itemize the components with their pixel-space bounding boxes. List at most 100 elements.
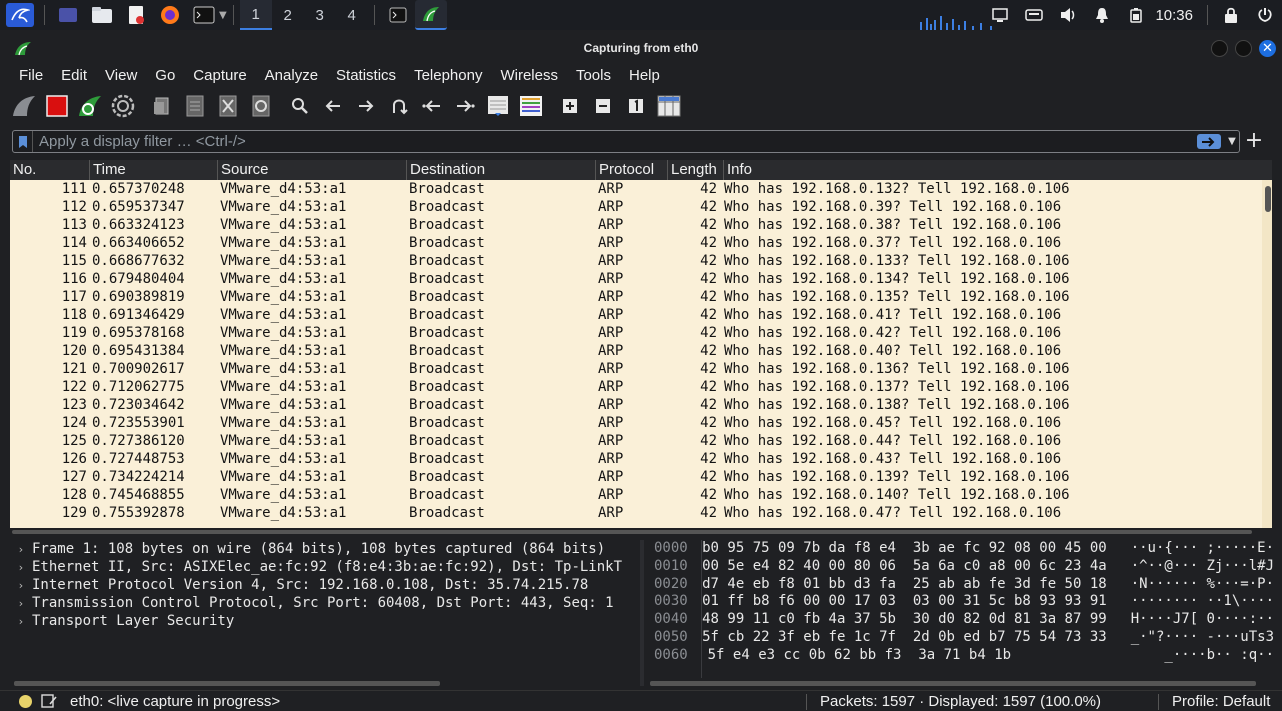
packet-row[interactable]: 129 0.755392878 VMware_d4:53:a1 Broadcast AR… [10, 504, 1262, 522]
go-back-icon[interactable] [319, 93, 347, 119]
open-file-icon[interactable] [148, 93, 176, 119]
packet-row[interactable]: 122 0.712062775 VMware_d4:53:a1 Broadcast AR… [10, 378, 1262, 396]
packet-row[interactable]: 114 0.663406652 VMware_d4:53:a1 Broadcast AR… [10, 234, 1262, 252]
capture-options-icon[interactable] [109, 93, 137, 119]
zoom-in-icon[interactable] [556, 93, 584, 119]
stop-capture-icon[interactable] [43, 93, 71, 119]
packet-row[interactable]: 124 0.723553901 VMware_d4:53:a1 Broadcast AR… [10, 414, 1262, 432]
capture-comment-icon[interactable] [41, 694, 57, 708]
firefox-icon[interactable] [157, 3, 183, 27]
bytes-row[interactable]: 0060 5f e4 e3 cc 0b 62 bb f3 3a 71 b4 1b _… [646, 647, 1274, 665]
workspace-1[interactable]: 1 [239, 0, 272, 30]
packet-list-hscroll-thumb[interactable] [12, 530, 1252, 534]
packet-row[interactable]: 120 0.695431384 VMware_d4:53:a1 Broadcast AR… [10, 342, 1262, 360]
bytes-row[interactable]: 0020 d7 4e eb f8 01 bb d3 fa 25 ab ab fe … [646, 576, 1274, 594]
expand-arrow-icon[interactable]: › [10, 597, 32, 610]
bytes-row[interactable]: 0030 01 ff b8 f6 00 00 17 03 03 00 31 5c … [646, 593, 1274, 611]
bytes-row[interactable]: 0040 48 99 11 c0 fb 4a 37 5b 30 d0 82 0d … [646, 611, 1274, 629]
menu-view[interactable]: View [96, 67, 146, 84]
expand-arrow-icon[interactable]: › [10, 579, 32, 592]
packet-row[interactable]: 125 0.727386120 VMware_d4:53:a1 Broadcast AR… [10, 432, 1262, 450]
start-capture-icon[interactable] [10, 93, 38, 119]
packet-row[interactable]: 123 0.723034642 VMware_d4:53:a1 Broadcast AR… [10, 396, 1262, 414]
menu-wireless[interactable]: Wireless [491, 67, 567, 84]
normal-size-icon[interactable] [622, 93, 650, 119]
terminal-dropdown-icon[interactable]: ▼ [219, 10, 227, 21]
menu-capture[interactable]: Capture [184, 67, 255, 84]
menu-file[interactable]: File [10, 67, 52, 84]
packet-list-horizontal-scrollbar[interactable] [10, 528, 1272, 536]
detail-row-ip[interactable]: › Internet Protocol Version 4, Src: 192.1… [10, 576, 638, 594]
bytes-row[interactable]: 0000 b0 95 75 09 7b da f8 e4 3b ae fc 92 … [646, 540, 1274, 558]
logout-icon[interactable] [1248, 0, 1282, 30]
packet-list-scrollbar[interactable] [1262, 180, 1272, 528]
expand-arrow-icon[interactable]: › [10, 543, 32, 556]
menu-help[interactable]: Help [620, 67, 669, 84]
maximize-button[interactable] [1235, 40, 1252, 57]
packet-row[interactable]: 128 0.745468855 VMware_d4:53:a1 Broadcast AR… [10, 486, 1262, 504]
reload-file-icon[interactable] [247, 93, 275, 119]
bytes-row[interactable]: 0050 5f cb 22 3f eb fe 1c 7f 2d 0b ed b7 … [646, 629, 1274, 647]
workspace-3[interactable]: 3 [304, 0, 336, 30]
packet-row[interactable]: 117 0.690389819 VMware_d4:53:a1 Broadcast AR… [10, 288, 1262, 306]
packet-row[interactable]: 119 0.695378168 VMware_d4:53:a1 Broadcast AR… [10, 324, 1262, 342]
bytes-row[interactable]: 0010 00 5e e4 82 40 00 80 06 5a 6a c0 a8 … [646, 558, 1274, 576]
menu-statistics[interactable]: Statistics [327, 67, 405, 84]
restart-capture-icon[interactable] [76, 93, 104, 119]
column-header-source[interactable]: Source [218, 160, 407, 180]
terminal-task-icon[interactable] [385, 3, 411, 27]
packet-row[interactable]: 115 0.668677632 VMware_d4:53:a1 Broadcast AR… [10, 252, 1262, 270]
resize-columns-icon[interactable] [655, 93, 683, 119]
apply-filter-arrow-icon[interactable] [1197, 134, 1221, 149]
menu-telephony[interactable]: Telephony [405, 67, 491, 84]
zoom-out-icon[interactable] [589, 93, 617, 119]
packet-list-scroll-thumb[interactable] [1265, 186, 1271, 212]
detail-row-tcp[interactable]: › Transmission Control Protocol, Src Port… [10, 594, 638, 612]
menu-edit[interactable]: Edit [52, 67, 96, 84]
display-icon[interactable] [983, 0, 1017, 30]
packet-row[interactable]: 118 0.691346429 VMware_d4:53:a1 Broadcast AR… [10, 306, 1262, 324]
first-packet-icon[interactable] [418, 93, 446, 119]
column-header-length[interactable]: Length [668, 160, 724, 180]
detail-row-ethernet[interactable]: › Ethernet II, Src: ASIXElec_ae:fc:92 (f8… [10, 558, 638, 576]
pane-splitter[interactable] [640, 540, 644, 686]
column-header-no[interactable]: No. [10, 160, 90, 180]
menu-analyze[interactable]: Analyze [256, 67, 327, 84]
detail-row-frame[interactable]: › Frame 1: 108 bytes on wire (864 bits), … [10, 540, 638, 558]
expert-info-icon[interactable] [19, 694, 32, 708]
expand-arrow-icon[interactable]: › [10, 561, 32, 574]
menu-go[interactable]: Go [146, 67, 184, 84]
column-header-info[interactable]: Info [724, 160, 1272, 180]
save-file-icon[interactable] [181, 93, 209, 119]
packet-row[interactable]: 111 0.657370248 VMware_d4:53:a1 Broadcast AR… [10, 180, 1262, 198]
notification-bell-icon[interactable] [1085, 0, 1119, 30]
close-button[interactable]: ✕ [1259, 40, 1276, 57]
workspace-4[interactable]: 4 [336, 0, 368, 30]
packet-row[interactable]: 126 0.727448753 VMware_d4:53:a1 Broadcast AR… [10, 450, 1262, 468]
text-editor-icon[interactable] [123, 3, 149, 27]
packet-row[interactable]: 116 0.679480404 VMware_d4:53:a1 Broadcast AR… [10, 270, 1262, 288]
packet-row[interactable]: 113 0.663324123 VMware_d4:53:a1 Broadcast AR… [10, 216, 1262, 234]
go-forward-icon[interactable] [352, 93, 380, 119]
filter-bookmark-icon[interactable] [13, 131, 33, 152]
details-horizontal-scrollbar[interactable] [14, 681, 440, 686]
add-filter-button-icon[interactable]: + [1244, 130, 1264, 153]
filter-history-dropdown-icon[interactable]: ▼ [1225, 136, 1239, 147]
expand-arrow-icon[interactable]: › [10, 615, 32, 628]
packet-row[interactable]: 127 0.734224214 VMware_d4:53:a1 Broadcast AR… [10, 468, 1262, 486]
menu-tools[interactable]: Tools [567, 67, 620, 84]
bytes-horizontal-scrollbar[interactable] [650, 681, 1256, 686]
terminal-icon[interactable] [191, 3, 217, 27]
column-header-destination[interactable]: Destination [407, 160, 596, 180]
last-packet-icon[interactable] [451, 93, 479, 119]
clock[interactable]: 10:36 [1153, 7, 1201, 24]
lock-screen-icon[interactable] [1214, 0, 1248, 30]
display-filter-input[interactable] [33, 131, 1197, 152]
detail-row-tls[interactable]: › Transport Layer Security [10, 612, 638, 630]
profile-selector[interactable]: Profile: Default [1172, 693, 1270, 710]
colorize-icon[interactable] [517, 93, 545, 119]
packet-row[interactable]: 121 0.700902617 VMware_d4:53:a1 Broadcast AR… [10, 360, 1262, 378]
wireshark-task-icon[interactable] [414, 0, 447, 30]
minimize-button[interactable] [1211, 40, 1228, 57]
volume-icon[interactable] [1051, 0, 1085, 30]
